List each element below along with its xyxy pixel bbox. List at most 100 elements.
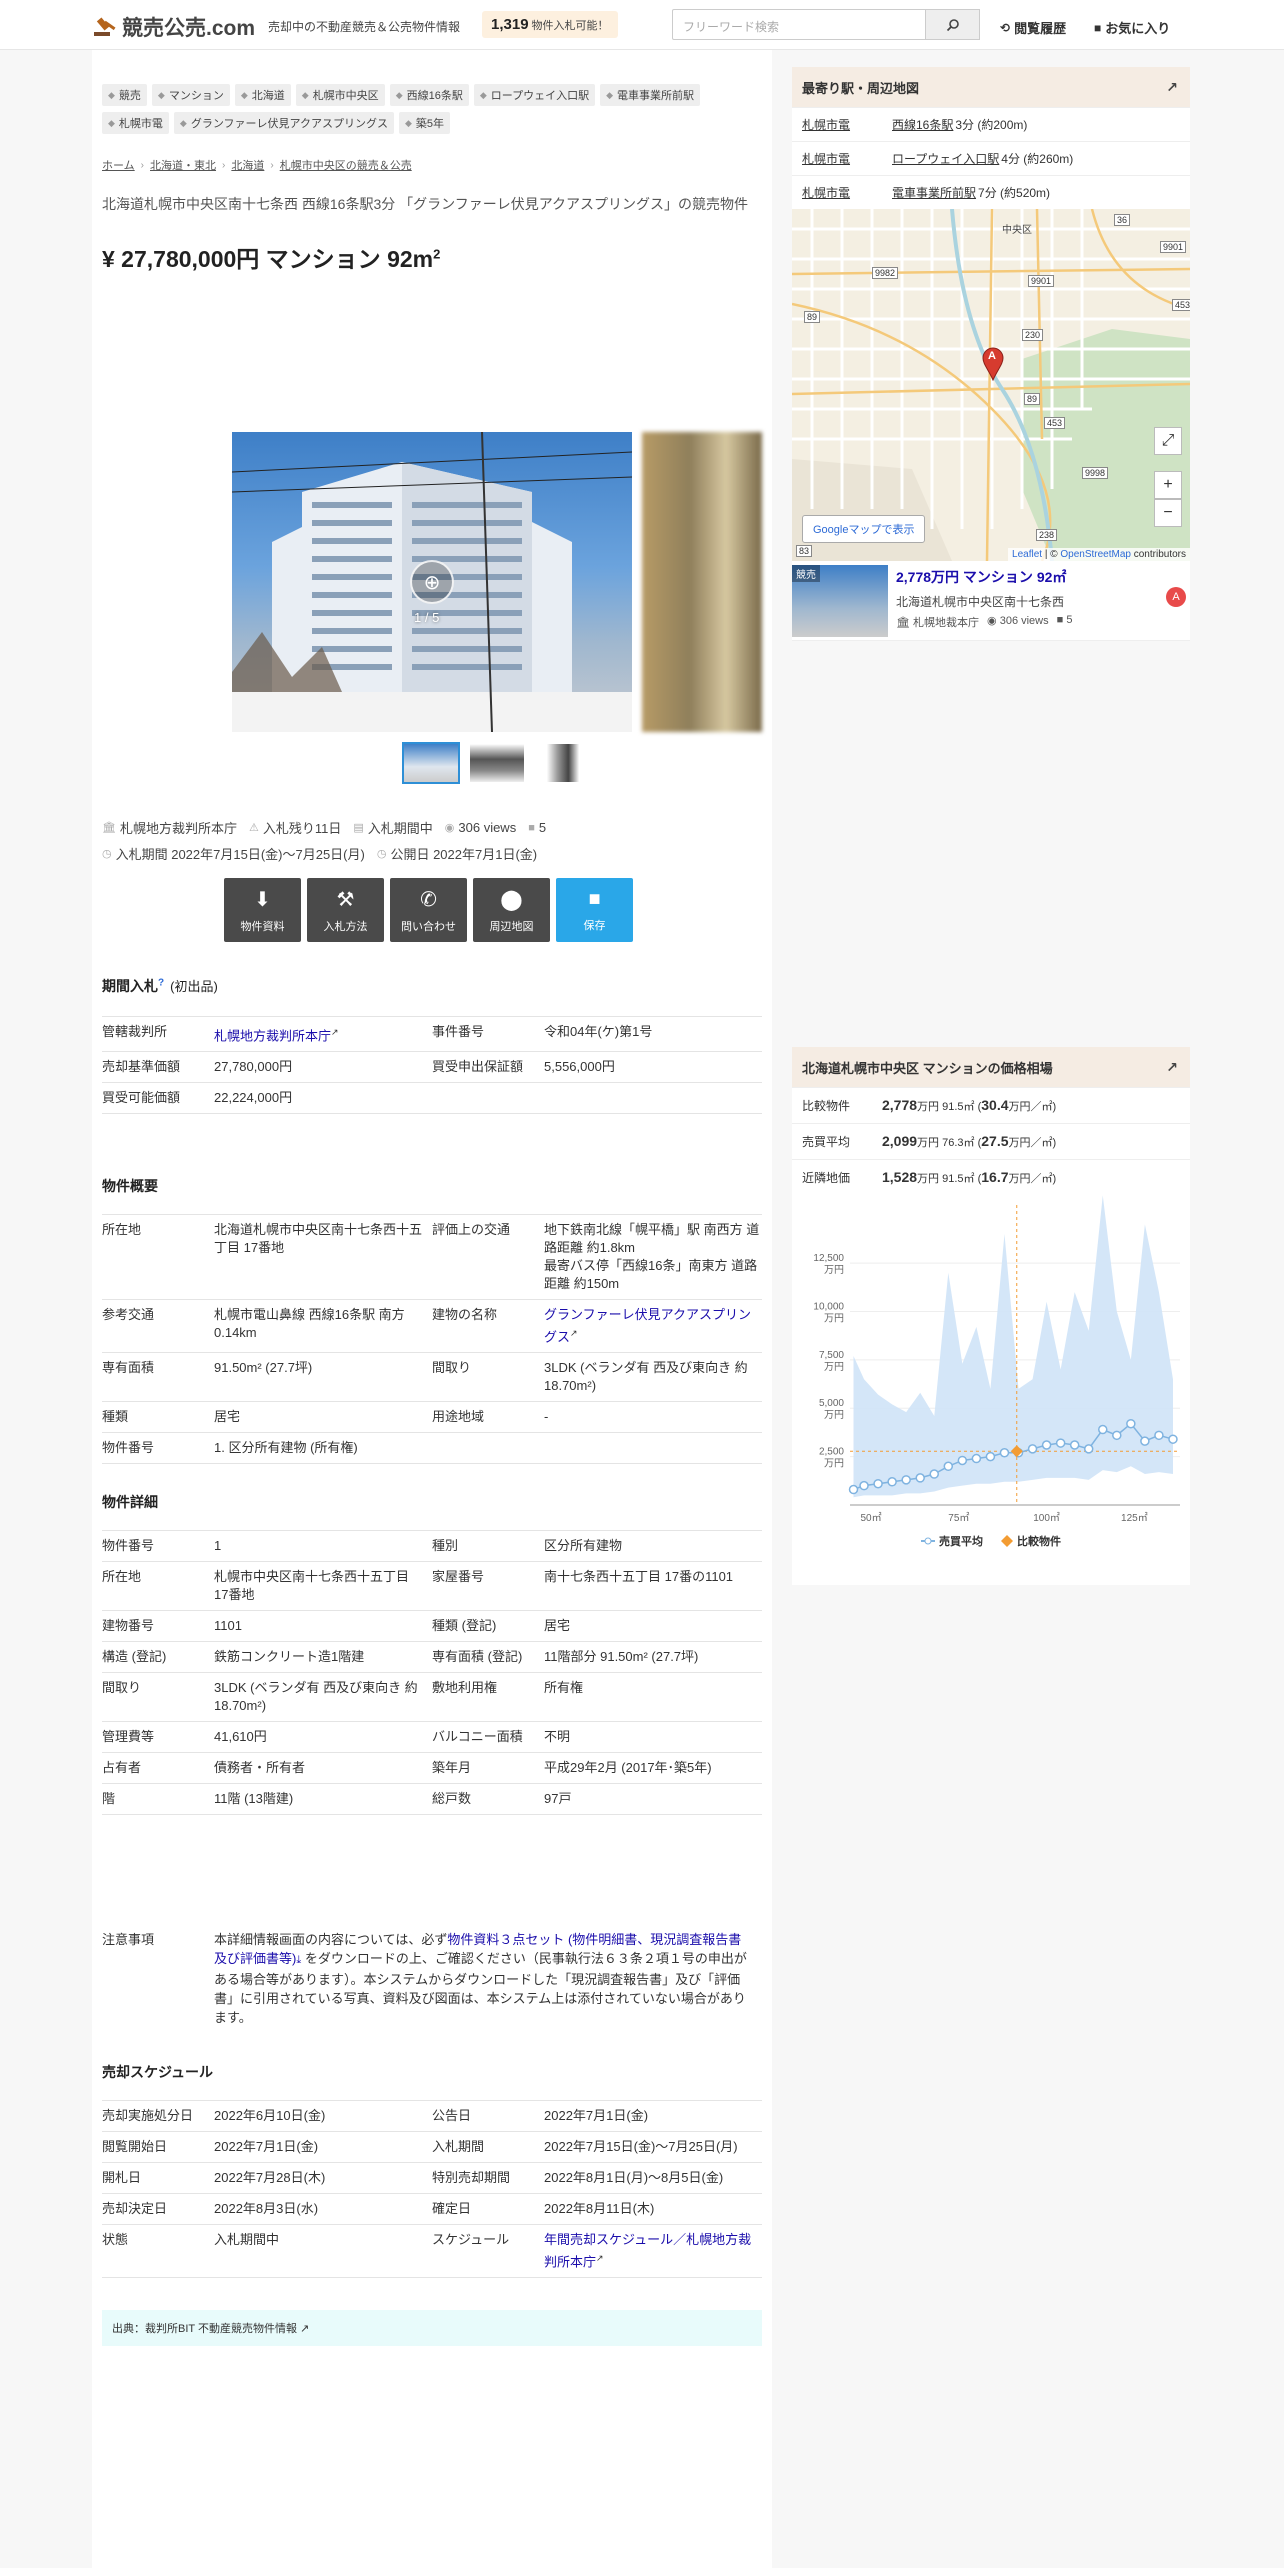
legend-average[interactable]: 売買平均 — [921, 1533, 983, 1549]
tag-item[interactable]: ◆ 札幌市電 — [102, 112, 169, 134]
table-cell-text: 1101 — [214, 1618, 242, 1633]
tag-item[interactable]: ◆ 西線16条駅 — [389, 84, 469, 106]
station-name-link[interactable]: 電車事業所前駅 — [892, 186, 976, 200]
y-tick-label: 2,500 — [819, 1447, 844, 1458]
map-route-label: 453 — [1172, 299, 1190, 311]
table-cell-text: 97戸 — [544, 1791, 572, 1806]
average-price-point — [957, 1455, 968, 1466]
table-cell-text: 総戸数 — [432, 1791, 472, 1806]
station-name-link[interactable]: ロープウェイ入口駅 — [892, 152, 999, 166]
legend-compare[interactable]: 比較物件 — [1001, 1533, 1061, 1549]
price-compare-value: 1,528万円 91.5㎡ (16.7万円／㎡) — [882, 1169, 1056, 1186]
site-logo[interactable]: 競売公売.com — [92, 12, 255, 42]
google-maps-button[interactable]: Googleマップで表示 — [802, 515, 926, 543]
breadcrumb-link[interactable]: ホーム — [102, 157, 135, 173]
thumbnail-1[interactable] — [402, 742, 460, 784]
table-cell-text: 専有面積 — [102, 1360, 155, 1376]
history-link[interactable]: ⟲ 閲覧履歴 — [1000, 18, 1066, 37]
tag-item[interactable]: ◆ ロープウェイ入口駅 — [473, 84, 596, 106]
table-cell-text: 91.50m² (27.7坪) — [214, 1360, 313, 1376]
listing-title[interactable]: 2,778万円 マンション 92㎡ — [896, 567, 1066, 587]
documents-button[interactable]: ⬇ 物件資料 — [224, 878, 301, 942]
table-row: 所在地 北海道札幌市中央区南十七条西十五丁目 17番地 評価上の交通 地下鉄南北線「幌… — [102, 1214, 762, 1300]
table-key: 総戸数 — [432, 1783, 544, 1815]
bid-method-button[interactable]: ⚒ 入札方法 — [307, 878, 384, 942]
average-price-point — [1069, 1440, 1080, 1450]
bid-count-badge[interactable]: 1,319 物件入札可能！ — [482, 11, 618, 38]
table-cell-text: バルコニー面積 — [432, 1729, 523, 1744]
table-link[interactable]: 年間売却スケジュール／札幌地方裁判所本庁 — [544, 2232, 751, 2269]
tag-item[interactable]: ◆ 北海道 — [234, 84, 291, 106]
table-key: 特別売却期間 — [432, 2162, 544, 2194]
meta-public-date-text: 公開日 2022年7月1日(金) — [390, 847, 538, 862]
tag-label: 競売 — [118, 90, 141, 102]
tag-item[interactable]: ◆ 築5年 — [398, 112, 451, 134]
next-photo-preview[interactable] — [642, 432, 762, 732]
table-key: 間取り — [102, 1672, 214, 1722]
map[interactable]: 中央区 9901 9982 36 9901 453 89 230 89 453 … — [792, 209, 1190, 561]
zoom-in-button[interactable]: + — [1154, 471, 1182, 499]
thumbnail-2[interactable] — [468, 742, 526, 784]
table-cell-text: 1 — [214, 1538, 222, 1553]
zoom-out-button[interactable]: − — [1154, 499, 1182, 527]
table-cell-text: 平成29年2月 (2017年･築5年) — [544, 1760, 712, 1775]
clock-icon: ◷ — [376, 848, 387, 860]
price-panel: 北海道札幌市中央区 マンションの価格相場 ↗ 比較物件 2,778万円 91.5㎡… — [792, 1047, 1190, 1585]
nearby-listing[interactable]: 競売 2,778万円 マンション 92㎡ 北海道札幌市中央区南十七条西 🏛 札幌… — [792, 561, 1190, 641]
notice: 注意事項 本詳細情報画面の内容については、必ず物件資料３点セット (物件明細書、… — [102, 1930, 762, 2027]
table-key: 占有者 — [102, 1752, 214, 1784]
leaflet-link[interactable]: Leaflet — [1012, 549, 1042, 560]
osm-link[interactable]: OpenStreetMap — [1060, 549, 1131, 560]
tag-item[interactable]: ◆ 競売 — [102, 84, 147, 106]
zoom-icon[interactable]: ⊕ — [410, 560, 454, 604]
table-key: 専有面積 — [102, 1352, 214, 1402]
external-link-icon[interactable]: ↗ — [1166, 79, 1178, 96]
tag-item[interactable]: ◆ 電車事業所前駅 — [600, 84, 701, 106]
station-line-link[interactable]: 札幌市電 — [792, 184, 892, 201]
breadcrumb-link[interactable]: 北海道・東北 — [150, 157, 216, 173]
table-value: 2022年8月3日(水) — [214, 2193, 432, 2225]
tag-item[interactable]: ◆ マンション — [151, 84, 230, 106]
table-link[interactable]: 札幌地方裁判所本庁 — [214, 1028, 331, 1043]
bid-table: 管轄裁判所 札幌地方裁判所本庁↗ 事件番号 令和04年(ケ)第1号 売却基準価額 27,7… — [102, 1015, 762, 1115]
table-key: 種別 — [432, 1530, 544, 1562]
table-value: 11階部分 91.50m² (27.7坪) — [544, 1641, 762, 1673]
table-key: 構造 (登記) — [102, 1641, 214, 1673]
table-cell-text: 買受申出保証額 — [432, 1059, 524, 1075]
thumbnail-3[interactable] — [534, 742, 592, 784]
price-per-unit: 万円／㎡ — [1008, 1173, 1053, 1185]
fullscreen-icon[interactable]: ⤢ — [1154, 427, 1182, 455]
tag-item[interactable]: ◆ 札幌市中央区 — [295, 84, 385, 106]
station-line-link[interactable]: 札幌市電 — [792, 116, 892, 133]
tag-item[interactable]: ◆ グランファーレ伏見アクアスプリングス — [173, 112, 394, 134]
table-row: 間取り 3LDK (ベランダ有 西及び東向き 約18.70m²) 敷地利用権 所有権 — [102, 1672, 762, 1722]
external-link-icon[interactable]: ↗ — [1166, 1059, 1178, 1076]
search-button[interactable] — [926, 9, 980, 40]
tag-icon: ◆ — [395, 89, 403, 100]
table-cell-text: 1. 区分所有建物 (所有権) — [214, 1440, 358, 1456]
breadcrumb-link[interactable]: 北海道 — [231, 157, 264, 173]
contact-button[interactable]: ✆ 問い合わせ — [390, 878, 467, 942]
photo-counter: 1 / 5 — [414, 610, 440, 625]
table-cell-text: 売却実施処分日 — [102, 2108, 194, 2123]
map-button[interactable]: ⬤ 周辺地図 — [473, 878, 550, 942]
breadcrumb-link[interactable]: 札幌市中央区の競売＆公売 — [280, 157, 412, 173]
table-cell-text: 所在地 — [102, 1569, 142, 1584]
table-value: 年間売却スケジュール／札幌地方裁判所本庁↗ — [544, 2223, 762, 2279]
property-photo[interactable]: ⊕ 1 / 5 — [232, 432, 632, 732]
external-link-icon: ↗ — [570, 1328, 578, 1338]
table-value: 南十七条西十五丁目 17番の1101 — [544, 1561, 762, 1611]
favorites-link[interactable]: ■ お気に入り — [1094, 18, 1170, 37]
price-unit: 万円 — [917, 1101, 940, 1113]
station-line-link[interactable]: 札幌市電 — [792, 150, 892, 167]
source-link[interactable]: 出典：裁判所BIT 不動産競売物件情報 ↗ — [102, 2310, 762, 2346]
station-row: 札幌市電 ロープウェイ入口駅 4分 (約260m) — [792, 141, 1190, 175]
help-icon[interactable]: ? — [158, 977, 164, 988]
station-panel-title: 最寄り駅・周辺地図 — [802, 80, 920, 96]
table-link[interactable]: グランファーレ伏見アクアスプリングス — [544, 1307, 751, 1344]
save-button[interactable]: ■ 保存 — [556, 878, 633, 942]
search-input[interactable]: フリーワード検索 — [672, 9, 926, 40]
station-name-link[interactable]: 西線16条駅 — [892, 118, 953, 132]
map-marker-icon[interactable]: A — [982, 347, 1004, 382]
table-value: 地下鉄南北線「幌平橋」駅 南西方 道路距離 約1.8km 最寄バス停「西線16条… — [544, 1214, 762, 1300]
